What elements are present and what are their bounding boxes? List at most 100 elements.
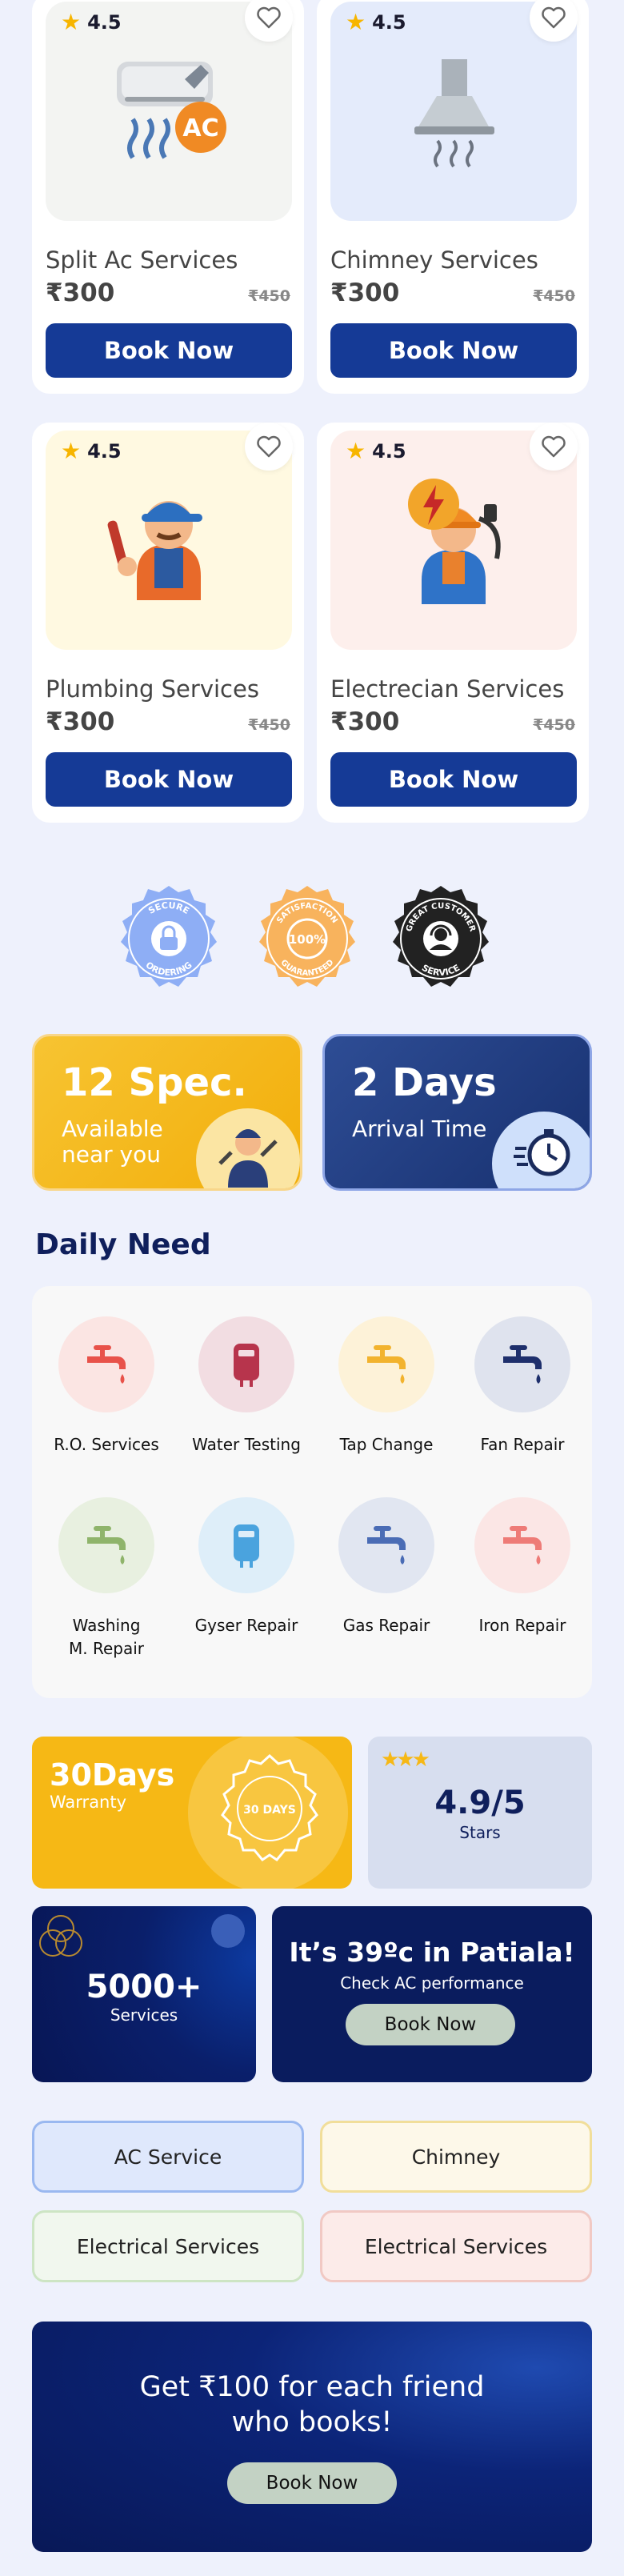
- weather-headline: It’s 39ºc in Patiala!: [289, 1937, 575, 1968]
- faucet-icon: [503, 1345, 542, 1384]
- rating-label: Stars: [459, 1823, 501, 1842]
- water-heater-icon: [234, 1524, 259, 1568]
- weather-subtext: Check AC performance: [340, 1973, 524, 1993]
- svg-text:AC: AC: [182, 114, 218, 142]
- specialists-label: Available near you: [62, 1116, 163, 1168]
- support-agent-icon: [423, 921, 458, 956]
- seal-text: 30 DAYS: [243, 1804, 296, 1817]
- rating-score: 4.9/5: [434, 1785, 526, 1821]
- faucet-icon: [87, 1526, 126, 1564]
- referral-headline: Get ₹100 for each friend who books!: [139, 2371, 485, 2438]
- plumber-icon: [107, 501, 202, 600]
- favorite-heart-icon[interactable]: [530, 423, 578, 471]
- product-title: Electrecian Services: [330, 675, 565, 703]
- rating: ★ 4.5: [61, 440, 122, 463]
- arrival-tile: 2 Days Arrival Time: [322, 1034, 592, 1191]
- rating: ★ 4.5: [61, 11, 122, 34]
- chip-electrical-services[interactable]: Electrical Services: [32, 2210, 304, 2282]
- decor-dot: [211, 1914, 245, 1948]
- product-card-electrician[interactable]: ★ 4.5 Electrecian Services ₹300 ₹450 Book…: [317, 423, 589, 823]
- rings-icon: [39, 1915, 82, 1957]
- star-icon: ★: [346, 438, 366, 464]
- service-label: Water Testing: [192, 1435, 301, 1454]
- faucet-icon: [87, 1345, 126, 1384]
- services-count: 5000+: [86, 1969, 202, 2005]
- product-old-price: ₹450: [248, 287, 290, 305]
- referral-banner: Get ₹100 for each friend who books! Book…: [32, 2322, 592, 2552]
- faucet-icon: [367, 1526, 406, 1564]
- service-label: R.O. Services: [54, 1435, 159, 1454]
- weather-book-now-button[interactable]: Book Now: [346, 2004, 515, 2045]
- ac-unit-icon: AC: [117, 62, 226, 159]
- daily-need-panel: R.O. Services Water Testing Tap Change F…: [32, 1286, 592, 1698]
- stopwatch-icon: [514, 1129, 570, 1176]
- chip-electrical-services-2[interactable]: Electrical Services: [320, 2210, 592, 2282]
- services-label: Services: [110, 2005, 178, 2025]
- rating-value: 4.5: [87, 440, 122, 463]
- rating-value: 4.5: [372, 11, 406, 34]
- specialists-value: 12 Spec.: [62, 1060, 247, 1105]
- service-label: Gyser Repair: [194, 1616, 298, 1635]
- product-title: Split Ac Services: [46, 246, 238, 274]
- service-label: Fan Repair: [480, 1435, 565, 1454]
- product-old-price: ₹450: [533, 716, 575, 734]
- rating-value: 4.5: [87, 11, 122, 34]
- mechanic-circle: [196, 1108, 300, 1188]
- arrival-label: Arrival Time: [352, 1116, 487, 1142]
- faucet-icon: [503, 1526, 542, 1564]
- seal-icon: 30 DAYS: [221, 1753, 318, 1861]
- service-fan-repair[interactable]: Fan Repair: [454, 1316, 590, 1456]
- product-card-split-ac[interactable]: AC ★ 4.5 Split Ac Services ₹300 ₹450 Book…: [32, 0, 304, 394]
- chimney-hood-icon: [414, 59, 494, 168]
- satisfaction-guaranteed-badge: SATISFACTION GUARANTEED 100%: [259, 886, 355, 987]
- book-now-button[interactable]: Book Now: [46, 323, 292, 378]
- service-iron-repair[interactable]: Iron Repair: [454, 1497, 590, 1637]
- product-price: ₹300: [46, 278, 115, 307]
- service-tap-change[interactable]: Tap Change: [318, 1316, 454, 1456]
- mechanic-icon: [218, 1129, 278, 1188]
- three-stars-icon: ★★★: [381, 1748, 430, 1772]
- weather-tile: It’s 39ºc in Patiala! Check AC performan…: [272, 1906, 592, 2082]
- book-now-button[interactable]: Book Now: [46, 752, 292, 807]
- referral-book-now-button[interactable]: Book Now: [227, 2462, 397, 2504]
- product-price: ₹300: [46, 707, 115, 736]
- product-price: ₹300: [330, 707, 400, 736]
- favorite-heart-icon[interactable]: [245, 423, 293, 471]
- warranty-tile: 30Days Warranty 30 DAYS: [32, 1737, 352, 1889]
- service-gas-repair[interactable]: Gas Repair: [318, 1497, 454, 1637]
- stopwatch-circle: [492, 1112, 590, 1188]
- warranty-value: 30Days: [50, 1757, 175, 1793]
- service-label: Washing M. Repair: [68, 1616, 144, 1658]
- product-price: ₹300: [330, 278, 400, 307]
- specialists-tile: 12 Spec. Available near you: [32, 1034, 302, 1191]
- faucet-icon: [367, 1345, 406, 1384]
- chip-chimney[interactable]: Chimney: [320, 2121, 592, 2193]
- service-ro[interactable]: R.O. Services: [38, 1316, 174, 1456]
- warranty-label: Warranty: [50, 1793, 127, 1812]
- rating-tile: ★★★ 4.9/5 Stars: [368, 1737, 592, 1889]
- service-gyser-repair[interactable]: Gyser Repair: [178, 1497, 314, 1637]
- service-label: Gas Repair: [342, 1616, 430, 1635]
- rating: ★ 4.5: [346, 11, 406, 34]
- service-washing-machine-repair[interactable]: Washing M. Repair: [38, 1497, 174, 1661]
- product-card-plumbing[interactable]: ★ 4.5 Plumbing Services ₹300 ₹450 Book No…: [32, 423, 304, 823]
- badge-center-text: 100%: [289, 932, 326, 947]
- star-icon: ★: [61, 438, 82, 464]
- star-icon: ★: [61, 9, 82, 35]
- service-label: Tap Change: [339, 1435, 434, 1454]
- service-water-testing[interactable]: Water Testing: [178, 1316, 314, 1456]
- product-card-chimney[interactable]: ★ 4.5 Chimney Services ₹300 ₹450 Book Now: [317, 0, 589, 394]
- chip-ac-service[interactable]: AC Service: [32, 2121, 304, 2193]
- book-now-button[interactable]: Book Now: [330, 323, 577, 378]
- rating: ★ 4.5: [346, 440, 406, 463]
- section-title-daily-need: Daily Need: [35, 1228, 211, 1261]
- electrician-icon: [408, 479, 501, 604]
- lock-icon: [151, 921, 186, 956]
- secure-ordering-badge: SECURE ORDERING: [121, 886, 217, 987]
- product-title: Plumbing Services: [46, 675, 259, 703]
- book-now-button[interactable]: Book Now: [330, 752, 577, 807]
- product-old-price: ₹450: [533, 287, 575, 305]
- service-label: Iron Repair: [478, 1616, 566, 1635]
- star-icon: ★: [346, 9, 366, 35]
- arrival-value: 2 Days: [352, 1060, 497, 1105]
